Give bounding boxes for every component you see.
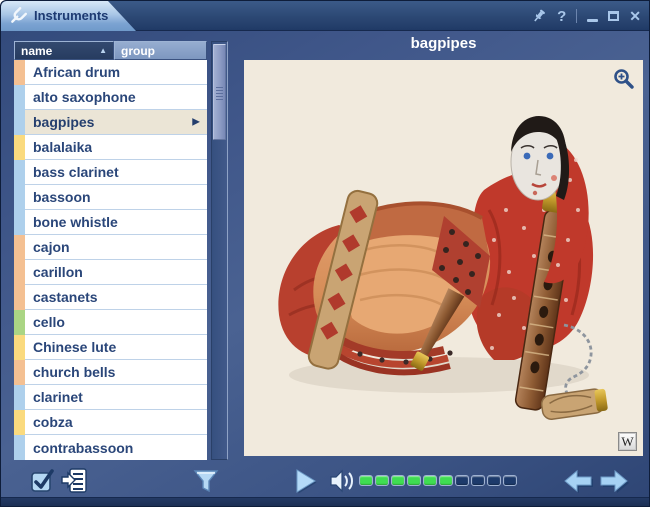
group-color-stripe xyxy=(14,310,25,335)
group-color-stripe xyxy=(14,110,25,135)
list-item-label: clarinet xyxy=(25,389,83,405)
app-window: Instruments ? ✕ name ▲ gr xyxy=(0,0,650,507)
help-button[interactable]: ? xyxy=(557,9,566,24)
filter-funnel-button[interactable] xyxy=(193,468,219,494)
list-item-label: balalaika xyxy=(25,139,92,155)
volume-segment xyxy=(423,475,437,486)
column-header-name[interactable]: name ▲ xyxy=(14,41,114,60)
volume-segment xyxy=(391,475,405,486)
list-item-label: contrabassoon xyxy=(25,440,133,456)
list-header: name ▲ group xyxy=(14,41,207,60)
list-item[interactable]: bass clarinet xyxy=(14,160,207,185)
toolbar xyxy=(1,460,650,499)
list-item-label: alto saxophone xyxy=(25,89,136,105)
list-item[interactable]: Chinese lute xyxy=(14,335,207,360)
column-header-group[interactable]: group xyxy=(114,41,207,60)
list-item-label: African drum xyxy=(25,64,120,80)
zoom-in-icon[interactable] xyxy=(613,68,634,89)
group-color-stripe xyxy=(14,335,25,360)
group-color-stripe xyxy=(14,60,25,85)
list-item[interactable]: bagpipes ▶ xyxy=(14,110,207,135)
volume-segment xyxy=(439,475,453,486)
list-item[interactable]: contrabassoon xyxy=(14,435,207,460)
group-color-stripe xyxy=(14,360,25,385)
next-button[interactable] xyxy=(599,468,633,494)
volume-segment xyxy=(455,475,469,486)
group-color-stripe xyxy=(14,435,25,460)
list-item-label: carillon xyxy=(25,264,83,280)
close-button[interactable]: ✕ xyxy=(629,9,641,23)
list-body: African drum alto saxophone bagpipes ▶ b… xyxy=(14,60,207,460)
previous-button[interactable] xyxy=(561,468,595,494)
list-item-label: cajon xyxy=(25,239,70,255)
list-item[interactable]: African drum xyxy=(14,60,207,85)
list-item-label: Chinese lute xyxy=(25,339,116,355)
instrument-list-panel: name ▲ group African drum alto saxophone… xyxy=(14,41,207,460)
selected-arrow-icon: ▶ xyxy=(192,117,200,128)
list-item[interactable]: castanets xyxy=(14,285,207,310)
list-item[interactable]: carillon xyxy=(14,260,207,285)
status-strip xyxy=(1,497,650,506)
list-item-label: bone whistle xyxy=(25,214,118,230)
tuning-fork-icon xyxy=(9,7,27,25)
list-item[interactable]: cello xyxy=(14,310,207,335)
window-controls: ? ✕ xyxy=(531,1,641,31)
volume-segment xyxy=(407,475,421,486)
group-color-stripe xyxy=(14,235,25,260)
volume-segment xyxy=(471,475,485,486)
list-item-label: bass clarinet xyxy=(25,164,119,180)
controls-separator xyxy=(576,9,577,23)
list-item-label: castanets xyxy=(25,289,98,305)
volume-segment xyxy=(375,475,389,486)
scrollbar-grip xyxy=(216,87,223,100)
image-area: W xyxy=(244,60,643,456)
title-tab: Instruments xyxy=(1,1,137,31)
speaker-icon[interactable] xyxy=(329,469,355,493)
volume-segment xyxy=(503,475,517,486)
list-scrollbar[interactable] xyxy=(211,41,228,460)
check-list-button[interactable] xyxy=(29,467,56,494)
list-item-label: cello xyxy=(25,314,65,330)
list-item[interactable]: clarinet xyxy=(14,385,207,410)
goto-list-entry-button[interactable] xyxy=(61,467,88,494)
maximize-button[interactable] xyxy=(608,11,619,21)
group-color-stripe xyxy=(14,160,25,185)
volume-segment xyxy=(359,475,373,486)
list-item-label: bagpipes xyxy=(25,114,94,130)
list-item-label: church bells xyxy=(25,364,115,380)
list-item[interactable]: cobza xyxy=(14,410,207,435)
list-item-label: bassoon xyxy=(25,189,91,205)
group-color-stripe xyxy=(14,260,25,285)
group-color-stripe xyxy=(14,210,25,235)
list-item[interactable]: alto saxophone xyxy=(14,85,207,110)
volume-slider[interactable] xyxy=(359,473,517,488)
group-color-stripe xyxy=(14,285,25,310)
bagpipes-illustration xyxy=(244,60,643,456)
list-item-label: cobza xyxy=(25,414,73,430)
scrollbar-thumb[interactable] xyxy=(213,44,226,140)
group-color-stripe xyxy=(14,185,25,210)
list-item[interactable]: church bells xyxy=(14,360,207,385)
wikipedia-button[interactable]: W xyxy=(618,432,637,451)
list-item[interactable]: balalaika xyxy=(14,135,207,160)
list-item[interactable]: bassoon xyxy=(14,185,207,210)
titlebar[interactable]: Instruments ? ✕ xyxy=(1,1,649,31)
group-color-stripe xyxy=(14,135,25,160)
list-item[interactable]: bone whistle xyxy=(14,210,207,235)
group-color-stripe xyxy=(14,410,25,435)
pushpin-icon[interactable] xyxy=(531,8,547,24)
sort-ascending-icon: ▲ xyxy=(99,46,107,55)
window-title: Instruments xyxy=(34,8,108,24)
group-color-stripe xyxy=(14,385,25,410)
list-item[interactable]: cajon xyxy=(14,235,207,260)
minimize-button[interactable] xyxy=(587,19,598,22)
detail-pane-title: bagpipes xyxy=(244,35,643,57)
volume-segment xyxy=(487,475,501,486)
play-button[interactable] xyxy=(289,466,319,496)
group-color-stripe xyxy=(14,85,25,110)
